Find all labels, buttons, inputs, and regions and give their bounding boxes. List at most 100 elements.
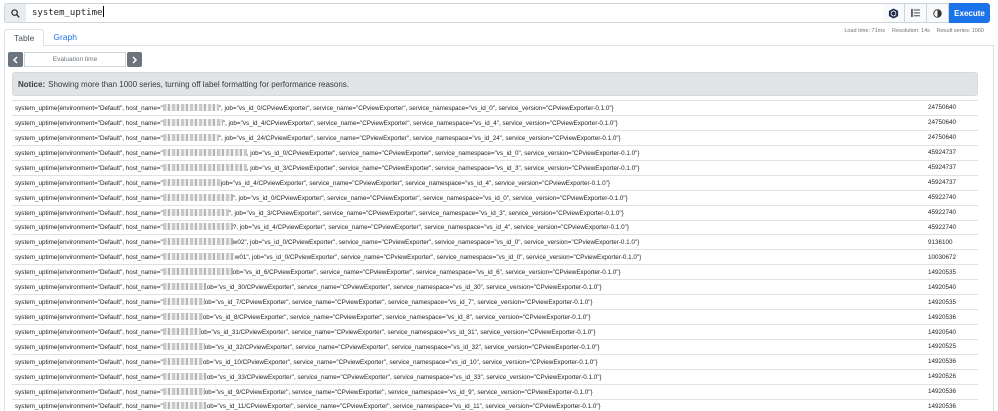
redacted-host-name bbox=[162, 298, 205, 306]
redacted-host-name bbox=[162, 268, 233, 276]
execute-button[interactable]: Execute bbox=[949, 3, 990, 23]
series-label-prefix: system_uptime{environment="Default", hos… bbox=[15, 239, 163, 247]
series-label-prefix: system_uptime{environment="Default", hos… bbox=[15, 403, 163, 411]
series-label: system_uptime{environment="Default", hos… bbox=[12, 223, 928, 231]
redacted-host-name bbox=[162, 163, 247, 171]
table-row: system_uptime{environment="Default", hos… bbox=[12, 114, 978, 130]
series-label: system_uptime{environment="Default", hos… bbox=[12, 268, 928, 276]
table-row: system_uptime{environment="Default", hos… bbox=[12, 339, 978, 354]
metrics-explorer-button[interactable] bbox=[905, 3, 927, 23]
table-row: system_uptime{environment="Default", hos… bbox=[12, 219, 978, 235]
table-row: system_uptime{environment="Default", hos… bbox=[12, 279, 978, 294]
series-label-suffix: ob="vs_id_10/CPviewExporter", service_na… bbox=[202, 358, 598, 366]
table-row: system_uptime{environment="Default", hos… bbox=[12, 189, 978, 205]
series-label-suffix: w01", job="vs_id_0/CPviewExporter", serv… bbox=[234, 254, 642, 262]
table-row: system_uptime{environment="Default", hos… bbox=[12, 264, 978, 279]
series-label-prefix: system_uptime{environment="Default", hos… bbox=[15, 179, 163, 187]
series-value: 14920535 bbox=[928, 268, 957, 276]
tab-table[interactable]: Table bbox=[4, 29, 45, 46]
series-label: system_uptime{environment="Default", hos… bbox=[12, 342, 928, 351]
series-value: 45922740 bbox=[928, 209, 957, 217]
theme-toggle-button[interactable] bbox=[927, 3, 949, 23]
text-caret bbox=[103, 6, 105, 17]
series-label-suffix: , job="vs_id_3/CPviewExporter", service_… bbox=[246, 164, 640, 172]
series-label: system_uptime{environment="Default", hos… bbox=[12, 238, 928, 246]
series-value: 14920536 bbox=[928, 388, 957, 396]
series-value: 14920535 bbox=[928, 298, 957, 306]
series-label: system_uptime{environment="Default", hos… bbox=[12, 328, 928, 336]
previous-time-button[interactable] bbox=[8, 52, 23, 67]
series-label-suffix: ", job="vs_id_4/CPviewExporter", service… bbox=[222, 119, 618, 127]
series-label-prefix: system_uptime{environment="Default", hos… bbox=[15, 329, 163, 337]
table-row: system_uptime{environment="Default", hos… bbox=[12, 353, 978, 369]
redacted-host-name bbox=[162, 342, 205, 350]
series-label-prefix: system_uptime{environment="Default", hos… bbox=[15, 149, 163, 157]
hexagon-icon bbox=[888, 7, 899, 19]
series-value: 45924737 bbox=[928, 179, 957, 187]
series-label: system_uptime{environment="Default", hos… bbox=[12, 133, 928, 142]
series-value: 14920540 bbox=[928, 283, 957, 291]
redacted-host-name bbox=[162, 148, 247, 156]
series-value: 24750640 bbox=[928, 104, 957, 112]
series-value: 45922740 bbox=[928, 194, 957, 202]
table-row: system_uptime{environment="Default", hos… bbox=[12, 174, 978, 190]
series-label-suffix: ob="vs_id_6/CPviewExporter", service_nam… bbox=[232, 269, 621, 277]
series-label-suffix: ", job="vs_id_0/CPviewExporter", service… bbox=[232, 194, 628, 202]
series-label-prefix: system_uptime{environment="Default", hos… bbox=[15, 269, 163, 277]
series-label: system_uptime{environment="Default", hos… bbox=[12, 118, 928, 127]
table-row: system_uptime{environment="Default", hos… bbox=[12, 249, 978, 264]
next-time-button[interactable] bbox=[127, 52, 142, 67]
redacted-host-name bbox=[162, 357, 203, 365]
series-label: system_uptime{environment="Default", hos… bbox=[12, 387, 928, 396]
notice-title: Notice: bbox=[18, 79, 46, 89]
series-value: 10030672 bbox=[928, 253, 957, 261]
series-label-prefix: system_uptime{environment="Default", hos… bbox=[15, 254, 163, 262]
series-label: system_uptime{environment="Default", hos… bbox=[12, 178, 928, 187]
series-value: 14920526 bbox=[928, 373, 957, 381]
redacted-host-name bbox=[162, 402, 207, 410]
series-label-prefix: system_uptime{environment="Default", hos… bbox=[15, 314, 163, 322]
table-row: system_uptime{environment="Default", hos… bbox=[12, 398, 978, 411]
series-label-suffix: ob="vs_id_31/CPviewExporter", service_na… bbox=[200, 329, 596, 337]
series-value: 45922740 bbox=[928, 223, 957, 231]
series-label-prefix: system_uptime{environment="Default", hos… bbox=[15, 119, 163, 127]
redacted-host-name bbox=[162, 328, 201, 336]
redacted-host-name bbox=[162, 103, 219, 111]
series-label: system_uptime{environment="Default", hos… bbox=[12, 313, 928, 321]
redacted-host-name bbox=[162, 178, 221, 186]
table-row: system_uptime{environment="Default", hos… bbox=[12, 100, 978, 115]
evaluation-time-input[interactable]: Evaluation time bbox=[24, 52, 126, 67]
redacted-host-name bbox=[162, 223, 233, 231]
query-text: system_uptime bbox=[32, 8, 103, 18]
search-icon[interactable] bbox=[4, 3, 26, 23]
series-label-suffix: ob="vs_id_8/CPviewExporter", service_nam… bbox=[202, 314, 591, 322]
series-label-suffix: ob="vs_id_30/CPviewExporter", service_na… bbox=[206, 284, 602, 292]
query-bar: system_uptime Execute bbox=[4, 3, 990, 23]
list-icon bbox=[911, 9, 920, 17]
series-label: system_uptime{environment="Default", hos… bbox=[12, 357, 928, 366]
series-label-suffix: ", job="vs_id_0/CPviewExporter", service… bbox=[218, 104, 614, 112]
table-row: system_uptime{environment="Default", hos… bbox=[12, 144, 978, 160]
view-tabs: Table Graph bbox=[4, 29, 994, 46]
redacted-host-name bbox=[162, 313, 203, 321]
redacted-host-name bbox=[162, 387, 205, 395]
explain-query-button[interactable] bbox=[883, 3, 905, 23]
redacted-host-name bbox=[162, 238, 233, 246]
table-row: system_uptime{environment="Default", hos… bbox=[12, 294, 978, 309]
series-value: 14920536 bbox=[928, 358, 957, 366]
redacted-host-name bbox=[162, 193, 233, 201]
series-label-prefix: system_uptime{environment="Default", hos… bbox=[15, 134, 163, 142]
tab-graph[interactable]: Graph bbox=[44, 29, 86, 46]
series-label-suffix: ob="vs_id_7/CPviewExporter", service_nam… bbox=[204, 299, 593, 307]
redacted-host-name bbox=[162, 283, 207, 291]
series-label-suffix: , job="vs_id_0/CPviewExporter", service_… bbox=[246, 149, 640, 157]
series-label-prefix: system_uptime{environment="Default", hos… bbox=[15, 373, 163, 381]
series-label-prefix: system_uptime{environment="Default", hos… bbox=[15, 209, 163, 217]
table-row: system_uptime{environment="Default", hos… bbox=[12, 324, 978, 339]
table-row: system_uptime{environment="Default", hos… bbox=[12, 309, 978, 324]
half-circle-icon bbox=[933, 8, 942, 18]
series-label-suffix: ?, job="vs_id_4/CPviewExporter", service… bbox=[232, 224, 629, 232]
series-label-prefix: system_uptime{environment="Default", hos… bbox=[15, 284, 163, 292]
series-value: 14920540 bbox=[928, 328, 957, 336]
query-input[interactable]: system_uptime bbox=[26, 3, 883, 23]
